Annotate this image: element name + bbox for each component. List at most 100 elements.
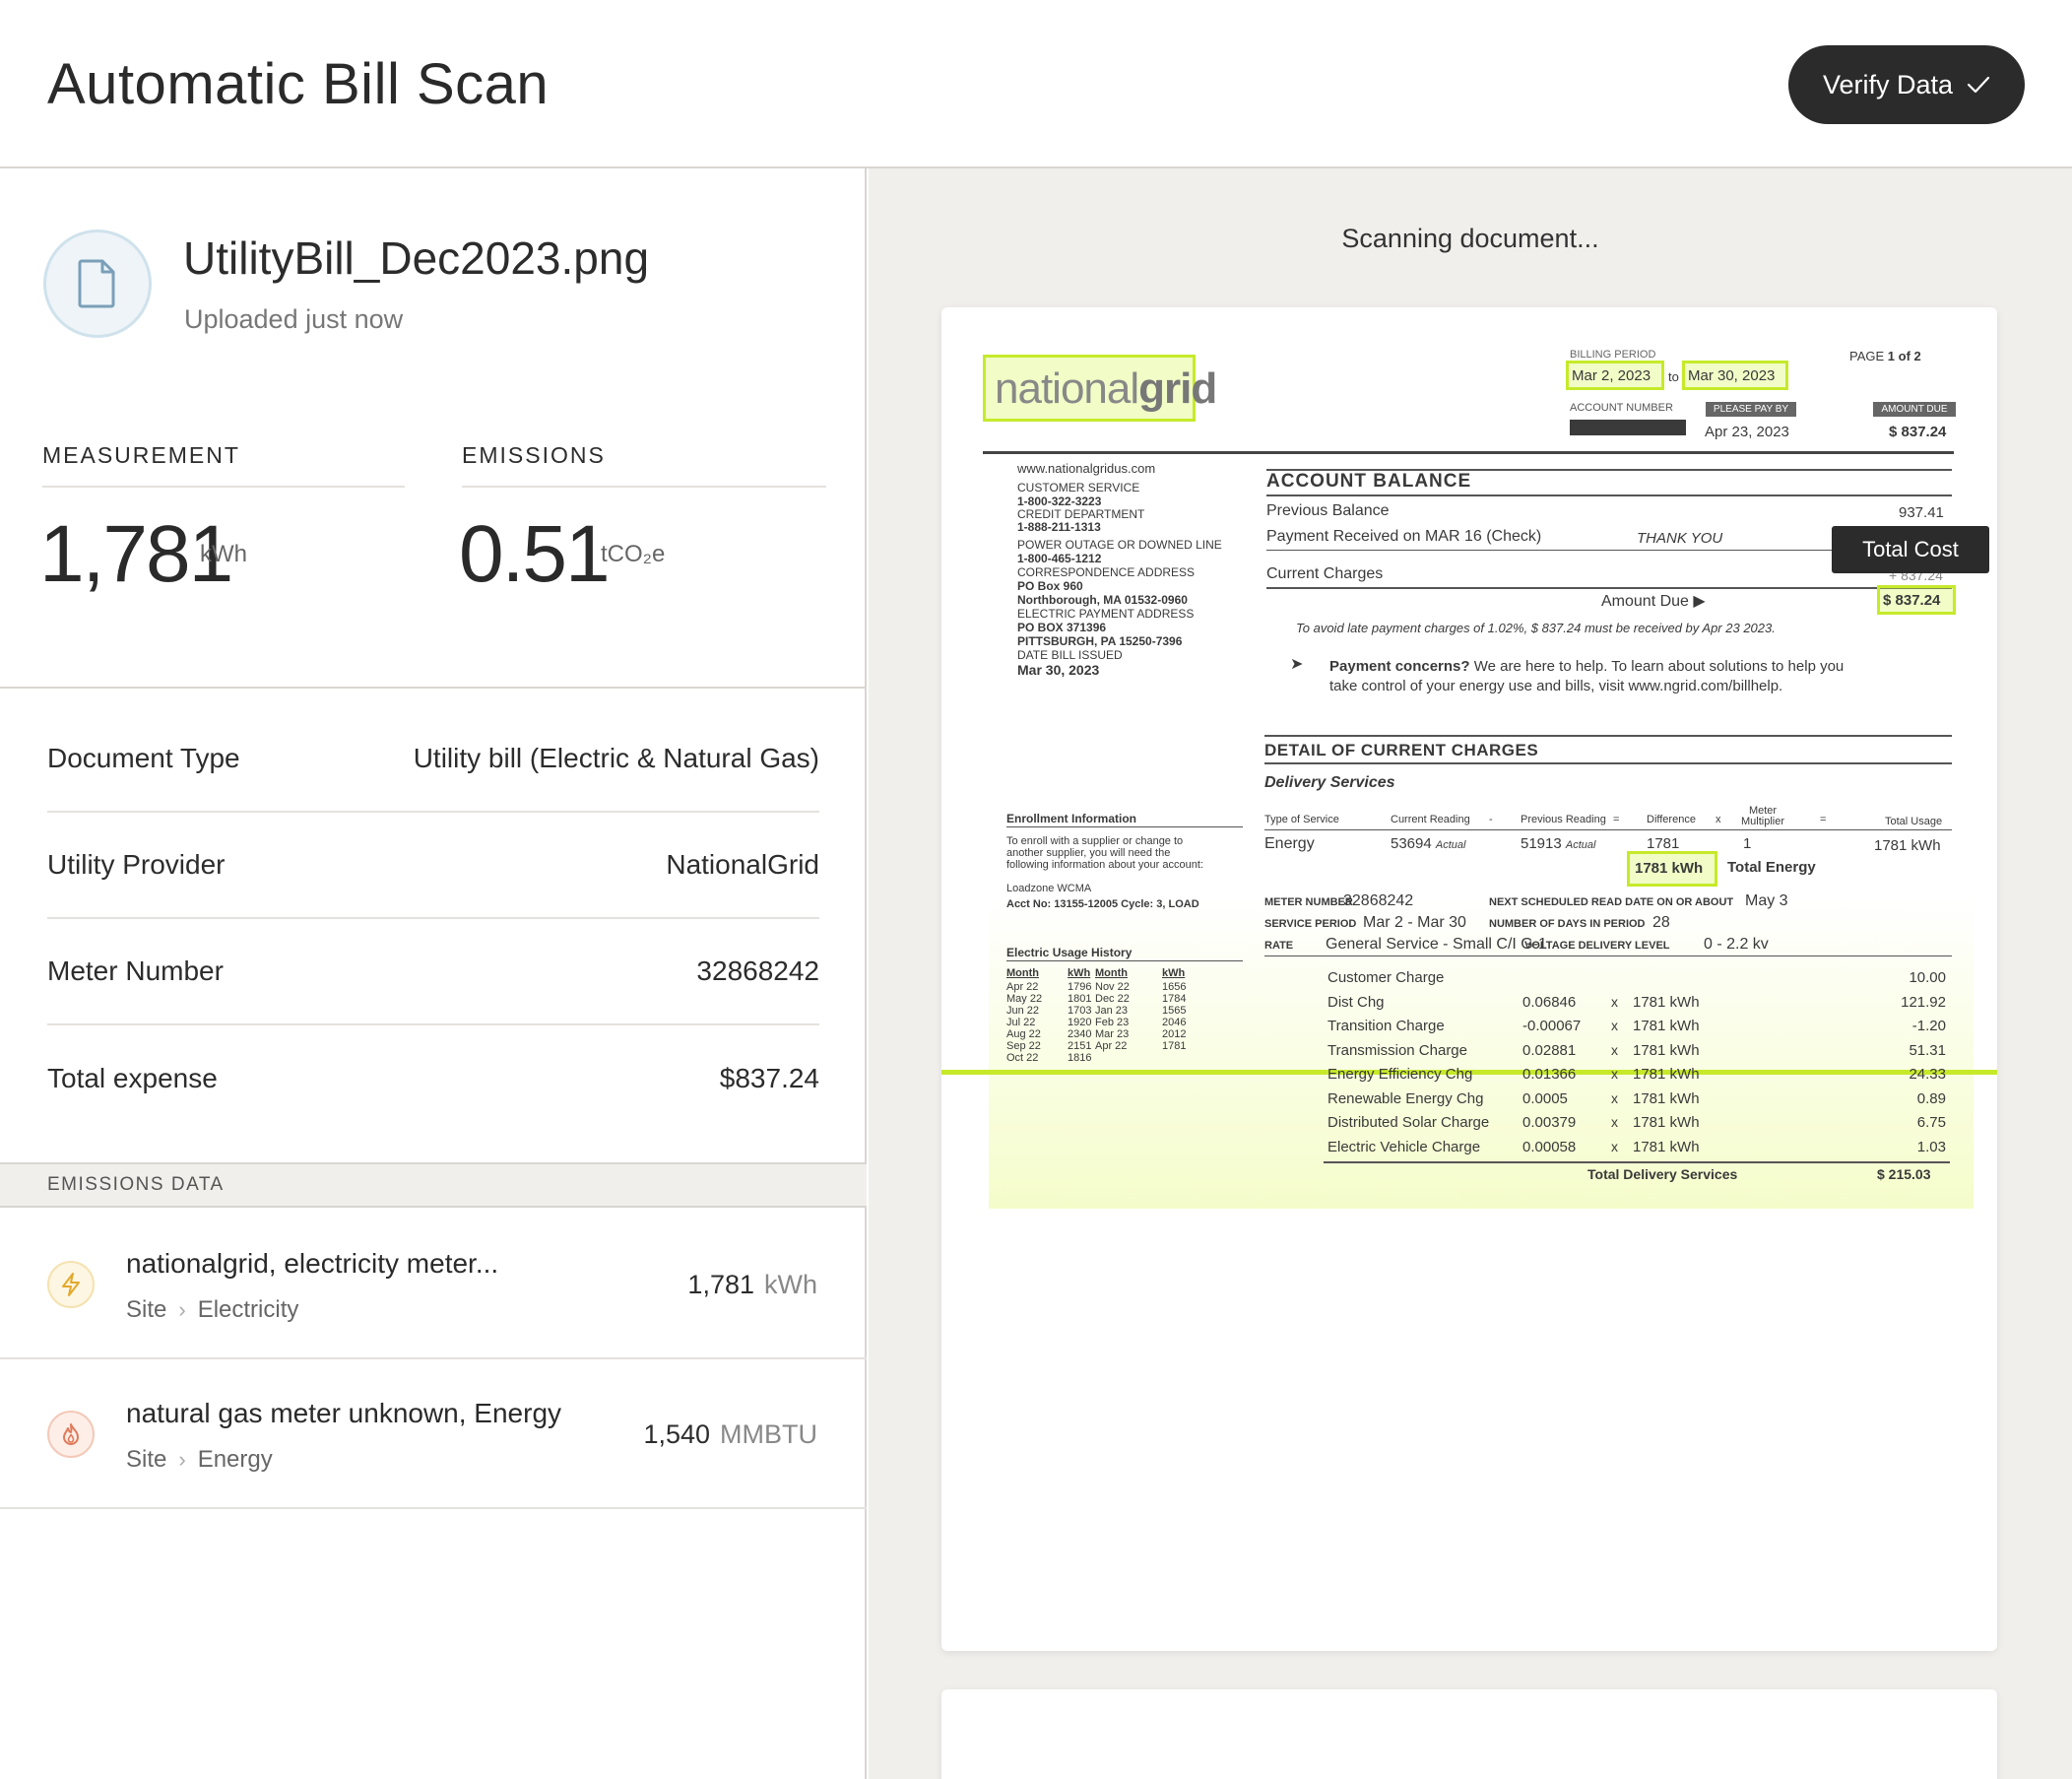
account-balance-title: ACCOUNT BALANCE — [1266, 471, 1472, 492]
row-total-usage: 1781 kWh — [1874, 837, 1941, 854]
service-period-label: SERVICE PERIOD — [1264, 918, 1357, 930]
total-energy-value: 1781 kWh — [1635, 860, 1704, 877]
chevron-right-icon: › — [178, 1297, 186, 1322]
contact-line: DATE BILL ISSUED — [1017, 648, 1123, 662]
contact-line: 1-800-465-1212 — [1017, 552, 1102, 565]
amount-due-top: $ 837.24 — [1889, 424, 1947, 440]
rule — [1264, 829, 1952, 830]
detail-value: $837.24 — [719, 1063, 819, 1093]
flame-icon — [47, 1411, 95, 1458]
detail-value: 32868242 — [696, 955, 819, 986]
usage-cell: Nov 22 — [1095, 981, 1130, 993]
usage-cell: Jun 22 — [1006, 1005, 1040, 1017]
charge-rate: 0.06846 — [1522, 993, 1577, 1011]
emission-item-natural-gas[interactable]: natural gas meter unknown, Energy Site ›… — [0, 1359, 867, 1509]
usage-cell: 1816 — [1068, 1052, 1092, 1064]
total-cost-tooltip: Total Cost — [1832, 526, 1989, 573]
usage-cell: 1801 — [1068, 993, 1092, 1005]
crumb-category: Energy — [197, 1446, 273, 1473]
detail-row-total-expense: Total expense $837.24 — [47, 1025, 819, 1132]
thank-you: THANK YOU — [1637, 530, 1723, 547]
charge-name: Dist Chg — [1327, 993, 1385, 1011]
previous-balance-value: 937.41 — [1899, 504, 1944, 521]
meter-number-label: METER NUMBER — [1264, 896, 1353, 908]
col-minus: - — [1489, 814, 1493, 825]
header-rule — [983, 451, 1954, 454]
emissions-label: EMISSIONS — [462, 442, 606, 468]
charge-amount: 10.00 — [1909, 969, 1946, 986]
voltage: 0 - 2.2 kv — [1704, 936, 1769, 953]
usage-cell: Feb 23 — [1095, 1017, 1130, 1028]
total-delivery-label: Total Delivery Services — [1587, 1166, 1738, 1182]
emissions-data-header: EMISSIONS DATA — [0, 1162, 867, 1208]
usage-cell: 2012 — [1162, 1028, 1187, 1040]
crumb-site: Site — [126, 1446, 167, 1473]
rate: General Service - Small C/I G-1 — [1326, 936, 1547, 953]
detail-value: NationalGrid — [666, 849, 819, 880]
usage-cell: Mar 23 — [1095, 1028, 1130, 1040]
measurement-unit: kWh — [200, 541, 247, 567]
emission-item-breadcrumb: Site › Electricity — [126, 1296, 298, 1324]
total-energy-label: Total Energy — [1727, 859, 1816, 876]
usage-cell: Apr 22 — [1006, 981, 1039, 993]
days-label: NUMBER OF DAYS IN PERIOD — [1489, 918, 1646, 930]
rule — [1266, 494, 1952, 496]
col-type: Type of Service — [1264, 814, 1339, 825]
emission-item-electricity[interactable]: nationalgrid, electricity meter... Site … — [0, 1210, 867, 1359]
row-current: 53694 Actual — [1391, 835, 1466, 852]
usage-header: kWh — [1068, 967, 1091, 979]
charge-amount: -1.20 — [1911, 1018, 1946, 1034]
enroll-title: Enrollment Information — [1006, 812, 1136, 825]
usage-cell: Apr 22 — [1095, 1040, 1128, 1052]
usage-history-title: Electric Usage History — [1006, 946, 1133, 959]
service-period: Mar 2 - Mar 30 — [1363, 914, 1466, 931]
charge-amount: 0.89 — [1916, 1089, 1946, 1107]
usage-cell: Oct 22 — [1006, 1052, 1039, 1064]
contact-line: Northborough, MA 01532-0960 — [1017, 593, 1188, 607]
scan-status: Scanning document... — [1341, 224, 1599, 253]
usage-cell: 2151 — [1068, 1040, 1092, 1052]
lightning-icon — [47, 1261, 95, 1308]
emission-unit: kWh — [764, 1270, 817, 1299]
charge-rate: 0.0005 — [1522, 1089, 1568, 1107]
charge-x: x — [1611, 993, 1618, 1010]
detail-value: Utility bill (Electric & Natural Gas) — [413, 743, 819, 773]
usage-cell: 1703 — [1068, 1005, 1092, 1017]
payment-concerns: Payment concerns? We are here to help. T… — [1329, 658, 1845, 675]
emissions-unit: tCO₂e — [601, 541, 666, 567]
rule — [1006, 826, 1243, 827]
contact-line: 1-800-322-3223 — [1017, 494, 1102, 508]
charge-name: Customer Charge — [1327, 969, 1445, 986]
pay-by-label: PLEASE PAY BY — [1706, 402, 1796, 417]
usage-cell: Jan 23 — [1095, 1005, 1129, 1017]
detail-title: DETAIL OF CURRENT CHARGES — [1264, 741, 1539, 759]
contact-line: PO BOX 371396 — [1017, 621, 1107, 634]
usage-cell: 2046 — [1162, 1017, 1187, 1028]
charge-qty: 1781 kWh — [1633, 1041, 1700, 1059]
charge-x: x — [1611, 1018, 1618, 1033]
charge-rate: 0.00379 — [1522, 1114, 1577, 1131]
payment-concerns-line2: take control of your energy use and bill… — [1329, 678, 1783, 694]
rule — [1264, 735, 1952, 737]
usage-cell: 1796 — [1068, 981, 1092, 993]
detail-key: Document Type — [47, 743, 240, 773]
charge-amount: 121.92 — [1901, 993, 1946, 1011]
page-title: Automatic Bill Scan — [47, 52, 550, 116]
col-diff: Difference — [1647, 814, 1696, 825]
col-multiplier: Meter Multiplier — [1740, 805, 1784, 827]
usage-cell: Sep 22 — [1006, 1040, 1041, 1052]
emission-unit: MMBTU — [720, 1419, 817, 1449]
emission-item-title: natural gas meter unknown, Energy — [126, 1398, 562, 1428]
contact-line: PITTSBURGH, PA 15250-7396 — [1017, 634, 1183, 648]
usage-header: kWh — [1162, 967, 1186, 979]
account-number-label: ACCOUNT NUMBER — [1570, 402, 1673, 414]
arrow-icon: ➤ — [1290, 656, 1304, 673]
charge-qty: 1781 kWh — [1633, 993, 1700, 1011]
verify-data-button[interactable]: Verify Data — [1788, 45, 2025, 124]
rule — [1324, 1161, 1950, 1163]
amount-due-row-label: Amount Due ▶ — [1601, 593, 1706, 610]
payment-received: Payment Received on MAR 16 (Check) — [1266, 528, 1542, 545]
meter-number: 32868242 — [1343, 892, 1414, 909]
charge-qty: 1781 kWh — [1633, 1089, 1700, 1107]
row-previous: 51913 Actual — [1521, 835, 1596, 852]
